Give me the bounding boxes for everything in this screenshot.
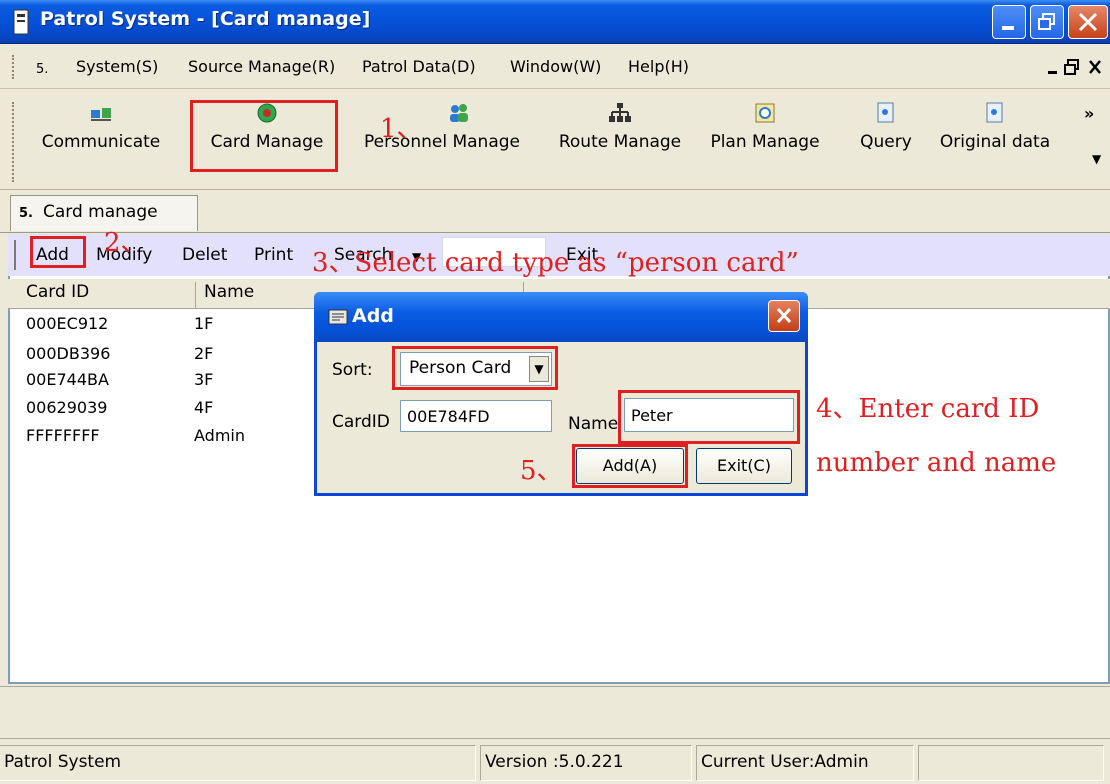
highlight-card-manage (190, 100, 338, 172)
route-icon (609, 103, 631, 122)
restore-icon (1038, 13, 1055, 30)
cell-card-id: 000EC912 (26, 314, 109, 333)
highlight-name (618, 390, 800, 444)
toolbar-grip[interactable] (12, 102, 16, 182)
communicate-button[interactable]: Communicate (26, 98, 176, 180)
personnel-manage-button[interactable]: Personnel Manage (338, 98, 546, 180)
menu-help[interactable]: Help(H) (628, 57, 689, 76)
route-manage-button[interactable]: Route Manage (546, 98, 694, 180)
status-app: Patrol System (0, 745, 476, 781)
annotation-step3: 3、Select card type as “person card” (312, 248, 799, 278)
table-row[interactable]: 000DB396 2F (26, 344, 213, 363)
table-row[interactable]: FFFFFFFF Admin (26, 426, 245, 445)
menu-grip[interactable] (12, 55, 16, 79)
cell-name: Admin (194, 426, 245, 445)
mdi-close-icon (1089, 60, 1101, 74)
cell-name: 3F (194, 370, 214, 389)
query-button[interactable]: Query (846, 98, 926, 180)
col-card-id[interactable]: Card ID (18, 282, 196, 308)
main-toolbar: Communicate Card Manage Personnel Manage… (0, 90, 1110, 190)
annotation-step4-line2: number and name (816, 448, 1057, 478)
maximize-button[interactable] (1030, 5, 1064, 39)
mdi-controls (1048, 59, 1101, 75)
cell-card-id: 00629039 (26, 398, 108, 417)
cell-name: 2F (194, 344, 214, 363)
cell-card-id: 00E744BA (26, 370, 109, 389)
highlight-sort (392, 346, 558, 390)
title-bar: Patrol System - [Card manage] (0, 0, 1110, 44)
status-extra (918, 745, 1104, 781)
people-icon (450, 104, 468, 122)
close-icon (1078, 12, 1098, 32)
cell-card-id: 000DB396 (26, 344, 111, 363)
dialog-exit-button[interactable]: Exit(C) (696, 448, 792, 484)
cell-card-id: FFFFFFFF (26, 426, 100, 445)
dialog-close-button[interactable] (768, 300, 800, 332)
original-data-label: Original data (939, 132, 1051, 152)
delet-button[interactable]: Delet (182, 245, 227, 265)
query-label: Query (860, 132, 912, 152)
print-button[interactable]: Print (254, 245, 293, 265)
menu-window[interactable]: Window(W) (510, 57, 601, 76)
menu-source-manage[interactable]: Source Manage(R) (188, 57, 335, 76)
name-label: Name (568, 414, 619, 434)
route-manage-label: Route Manage (558, 132, 682, 152)
dialog-form-icon (328, 309, 348, 325)
window-title: Patrol System - [Card manage] (40, 8, 371, 30)
mdi-minimize-icon (1048, 71, 1057, 74)
menu-bar: 5. System(S) Source Manage(R) Patrol Dat… (0, 45, 1110, 89)
card-manage-tab-icon: 5. (19, 206, 33, 220)
plan-manage-button[interactable]: Plan Manage (694, 98, 836, 180)
highlight-add (30, 236, 86, 268)
tab-bar: 5. Card manage (0, 191, 1110, 233)
close-icon (776, 307, 792, 324)
status-user: Current User:Admin (696, 745, 914, 781)
app-icon (13, 9, 29, 35)
sort-label: Sort: (332, 360, 373, 380)
highlight-add-confirm (572, 444, 688, 488)
original-data-icon (986, 102, 1003, 123)
mdi-system-icon[interactable]: 5. (36, 61, 56, 77)
toolbar-overflow-icon[interactable]: » (1084, 104, 1094, 123)
minimize-icon (1002, 26, 1014, 30)
cell-name: 4F (194, 398, 214, 417)
menu-patrol-data[interactable]: Patrol Data(D) (362, 57, 476, 76)
table-row[interactable]: 000EC912 1F (26, 314, 213, 333)
plan-manage-label: Plan Manage (710, 132, 820, 152)
tab-card-manage-label: Card manage (43, 202, 158, 222)
communicate-icon (91, 108, 111, 121)
table-row[interactable]: 00E744BA 3F (26, 370, 213, 389)
card-toolbar-grip (14, 240, 17, 270)
table-row[interactable]: 00629039 4F (26, 398, 213, 417)
menu-system[interactable]: System(S) (76, 57, 158, 76)
close-button[interactable] (1068, 5, 1108, 39)
add-dialog-title: Add (352, 305, 394, 327)
communicate-label: Communicate (41, 132, 161, 152)
annotation-step2: 2、 (104, 228, 147, 258)
bottom-panel (0, 686, 1110, 738)
status-bar: Patrol System Version :5.0.221 Current U… (0, 738, 1110, 784)
status-version: Version :5.0.221 (480, 745, 692, 781)
query-icon (877, 102, 894, 123)
svg-text:5.: 5. (19, 206, 33, 220)
toolbar-dropdown-icon[interactable]: ▼ (1092, 152, 1101, 166)
cardid-label: CardID (332, 412, 390, 432)
minimize-button[interactable] (992, 5, 1026, 39)
annotation-step4-line1: 4、Enter card ID (816, 394, 1040, 424)
cardid-input[interactable] (400, 400, 552, 432)
annotation-step1: 1、 (380, 114, 423, 144)
cell-name: 1F (194, 314, 214, 333)
original-data-button[interactable]: Original data (930, 98, 1060, 180)
svg-text:5.: 5. (36, 62, 48, 77)
plan-icon (755, 103, 775, 123)
annotation-step5: 5、 (520, 456, 563, 486)
